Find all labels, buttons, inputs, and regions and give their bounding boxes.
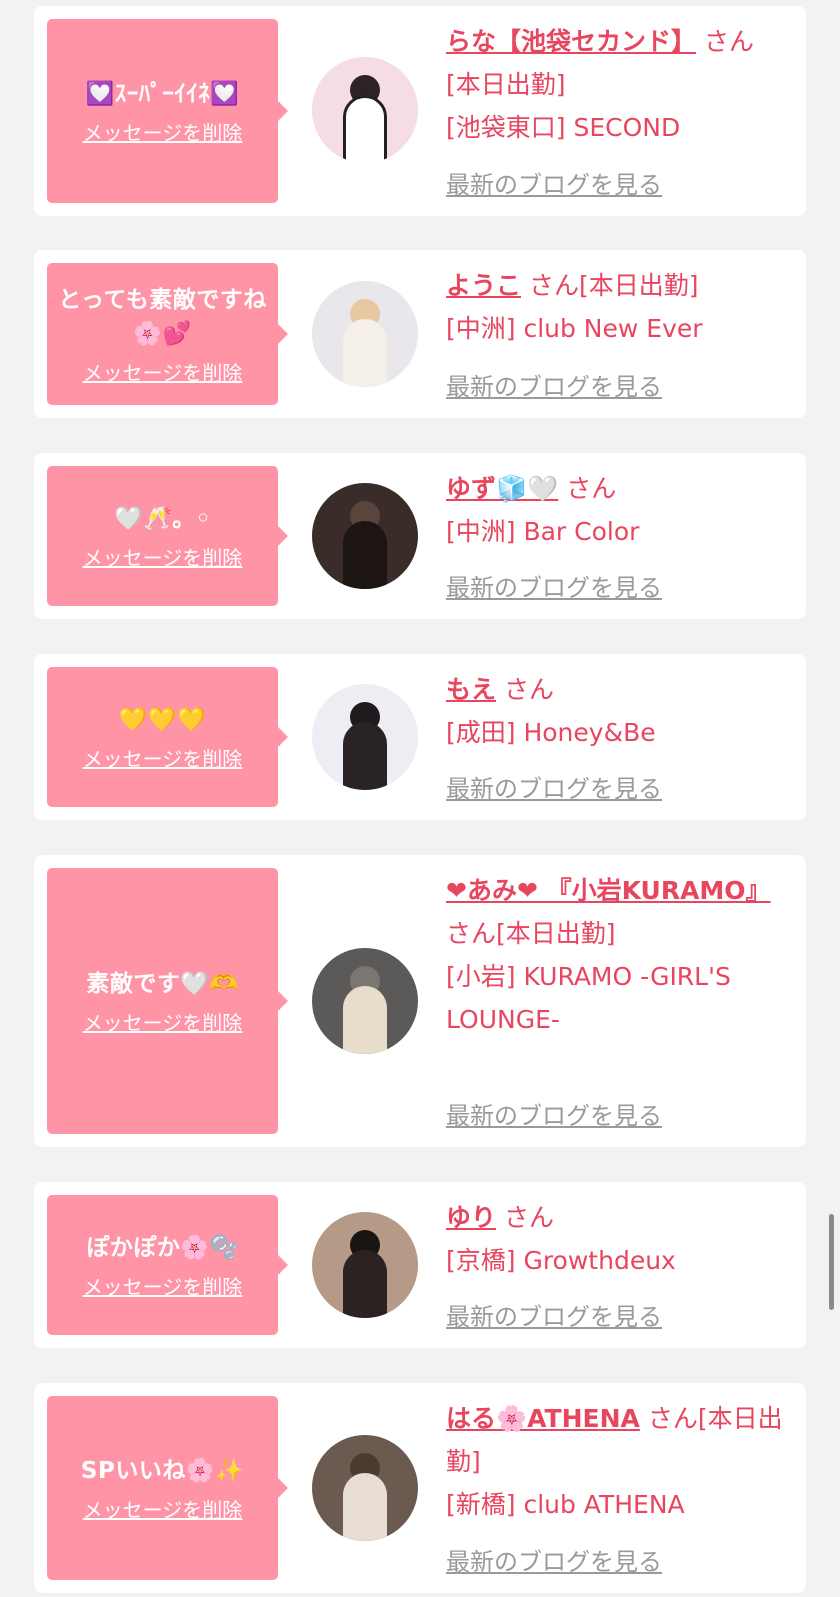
- honorific: さん: [647, 1404, 698, 1433]
- user-card: 素敵です🤍🫶 メッセージを削除 ❤あみ❤ 『小岩KURAMO』 さん[本日出勤]…: [34, 855, 806, 1147]
- delete-message-link[interactable]: メッセージを削除: [83, 1007, 243, 1036]
- user-card: 💟ｽｰﾊﾟｰｲｲﾈ💟 メッセージを削除 らな【池袋セカンド】 さん [本日出勤] …: [34, 6, 806, 216]
- message-bubble: とっても素敵ですね🌸💕 メッセージを削除: [47, 263, 288, 405]
- user-card: ぽかぽか🌸🫧 メッセージを削除 ゆり さん [京橋] Growthdeux 最新…: [34, 1182, 806, 1348]
- shop-name: [成田] Honey&Be: [446, 718, 656, 747]
- avatar[interactable]: [312, 948, 418, 1054]
- latest-blog-link[interactable]: 最新のブログを見る: [446, 1542, 662, 1577]
- message-text: 素敵です🤍🫶: [86, 970, 239, 997]
- message-text: SPいいね🌸✨: [80, 1457, 245, 1484]
- user-card: 🤍🥂。◦ メッセージを削除 ゆず🧊🤍 さん [中洲] Bar Color 最新の…: [34, 453, 806, 619]
- user-name-link[interactable]: らな【池袋セカンド】: [446, 27, 696, 56]
- user-info: らな【池袋セカンド】 さん [本日出勤] [池袋東口] SECOND: [446, 20, 784, 149]
- user-name-link[interactable]: ゆり: [446, 1203, 496, 1232]
- user-info: ❤あみ❤ 『小岩KURAMO』 さん[本日出勤] [小岩] KURAMO -GI…: [446, 869, 784, 1041]
- user-card: 💛💛💛 メッセージを削除 もえ さん [成田] Honey&Be 最新のブログを…: [34, 654, 806, 820]
- message-bubble: 💟ｽｰﾊﾟｰｲｲﾈ💟 メッセージを削除: [47, 19, 288, 203]
- message-bubble: SPいいね🌸✨ メッセージを削除: [47, 1396, 288, 1580]
- shop-name: [中洲] club New Ever: [446, 314, 703, 343]
- latest-blog-link[interactable]: 最新のブログを見る: [446, 165, 662, 200]
- user-name-link[interactable]: ようこ: [446, 271, 521, 300]
- avatar[interactable]: [312, 1212, 418, 1318]
- user-info: はる🌸ATHENA さん[本日出勤] [新橋] club ATHENA: [446, 1397, 784, 1526]
- message-text: とっても素敵ですね🌸💕: [58, 286, 267, 347]
- user-info: ゆり さん [京橋] Growthdeux: [446, 1196, 784, 1282]
- attendance-status: [本日出勤]: [446, 70, 566, 99]
- avatar[interactable]: [312, 684, 418, 790]
- user-card: とっても素敵ですね🌸💕 メッセージを削除 ようこ さん[本日出勤] [中洲] c…: [34, 250, 806, 418]
- attendance-status: [本日出勤]: [578, 271, 699, 300]
- shop-name: [池袋東口] SECOND: [446, 113, 681, 142]
- latest-blog-link[interactable]: 最新のブログを見る: [446, 769, 662, 804]
- delete-message-link[interactable]: メッセージを削除: [83, 357, 243, 386]
- user-card: SPいいね🌸✨ メッセージを削除 はる🌸ATHENA さん[本日出勤] [新橋]…: [34, 1383, 806, 1593]
- message-text: 🤍🥂。◦: [114, 505, 211, 532]
- message-bubble: 💛💛💛 メッセージを削除: [47, 667, 288, 807]
- honorific: さん: [566, 474, 617, 503]
- user-name-link[interactable]: はる🌸ATHENA: [446, 1404, 640, 1433]
- message-text: ぽかぽか🌸🫧: [86, 1234, 239, 1261]
- avatar[interactable]: [312, 483, 418, 589]
- honorific: さん: [503, 675, 554, 704]
- avatar[interactable]: [312, 281, 418, 387]
- honorific: さん: [446, 919, 497, 948]
- latest-blog-link[interactable]: 最新のブログを見る: [446, 568, 662, 603]
- delete-message-link[interactable]: メッセージを削除: [83, 542, 243, 571]
- shop-name: [中洲] Bar Color: [446, 517, 640, 546]
- honorific: さん: [703, 27, 754, 56]
- user-name-link[interactable]: もえ: [446, 675, 496, 704]
- message-text: 💛💛💛: [118, 706, 207, 733]
- shop-name: [新橋] club ATHENA: [446, 1490, 685, 1519]
- message-bubble: 素敵です🤍🫶 メッセージを削除: [47, 868, 288, 1134]
- message-bubble: 🤍🥂。◦ メッセージを削除: [47, 466, 288, 606]
- latest-blog-link[interactable]: 最新のブログを見る: [446, 367, 662, 402]
- shop-name: [小岩] KURAMO -GIRL'S LOUNGE-: [446, 962, 731, 1034]
- user-info: ゆず🧊🤍 さん [中洲] Bar Color: [446, 467, 784, 553]
- honorific: さん: [503, 1203, 554, 1232]
- attendance-status: [本日出勤]: [496, 919, 616, 948]
- avatar[interactable]: [312, 57, 418, 163]
- delete-message-link[interactable]: メッセージを削除: [83, 117, 243, 146]
- avatar[interactable]: [312, 1435, 418, 1541]
- latest-blog-link[interactable]: 最新のブログを見る: [446, 1096, 662, 1131]
- delete-message-link[interactable]: メッセージを削除: [83, 743, 243, 772]
- user-name-link[interactable]: ❤あみ❤ 『小岩KURAMO』: [446, 876, 771, 905]
- delete-message-link[interactable]: メッセージを削除: [83, 1271, 243, 1300]
- shop-name: [京橋] Growthdeux: [446, 1246, 676, 1275]
- delete-message-link[interactable]: メッセージを削除: [83, 1494, 243, 1523]
- user-info: もえ さん [成田] Honey&Be: [446, 668, 784, 754]
- message-text: 💟ｽｰﾊﾟｰｲｲﾈ💟: [85, 80, 240, 107]
- user-info: ようこ さん[本日出勤] [中洲] club New Ever: [446, 264, 784, 350]
- latest-blog-link[interactable]: 最新のブログを見る: [446, 1297, 662, 1332]
- message-bubble: ぽかぽか🌸🫧 メッセージを削除: [47, 1195, 288, 1335]
- scrollbar[interactable]: [829, 1214, 834, 1310]
- user-name-link[interactable]: ゆず🧊🤍: [446, 474, 558, 503]
- honorific: さん: [528, 271, 579, 300]
